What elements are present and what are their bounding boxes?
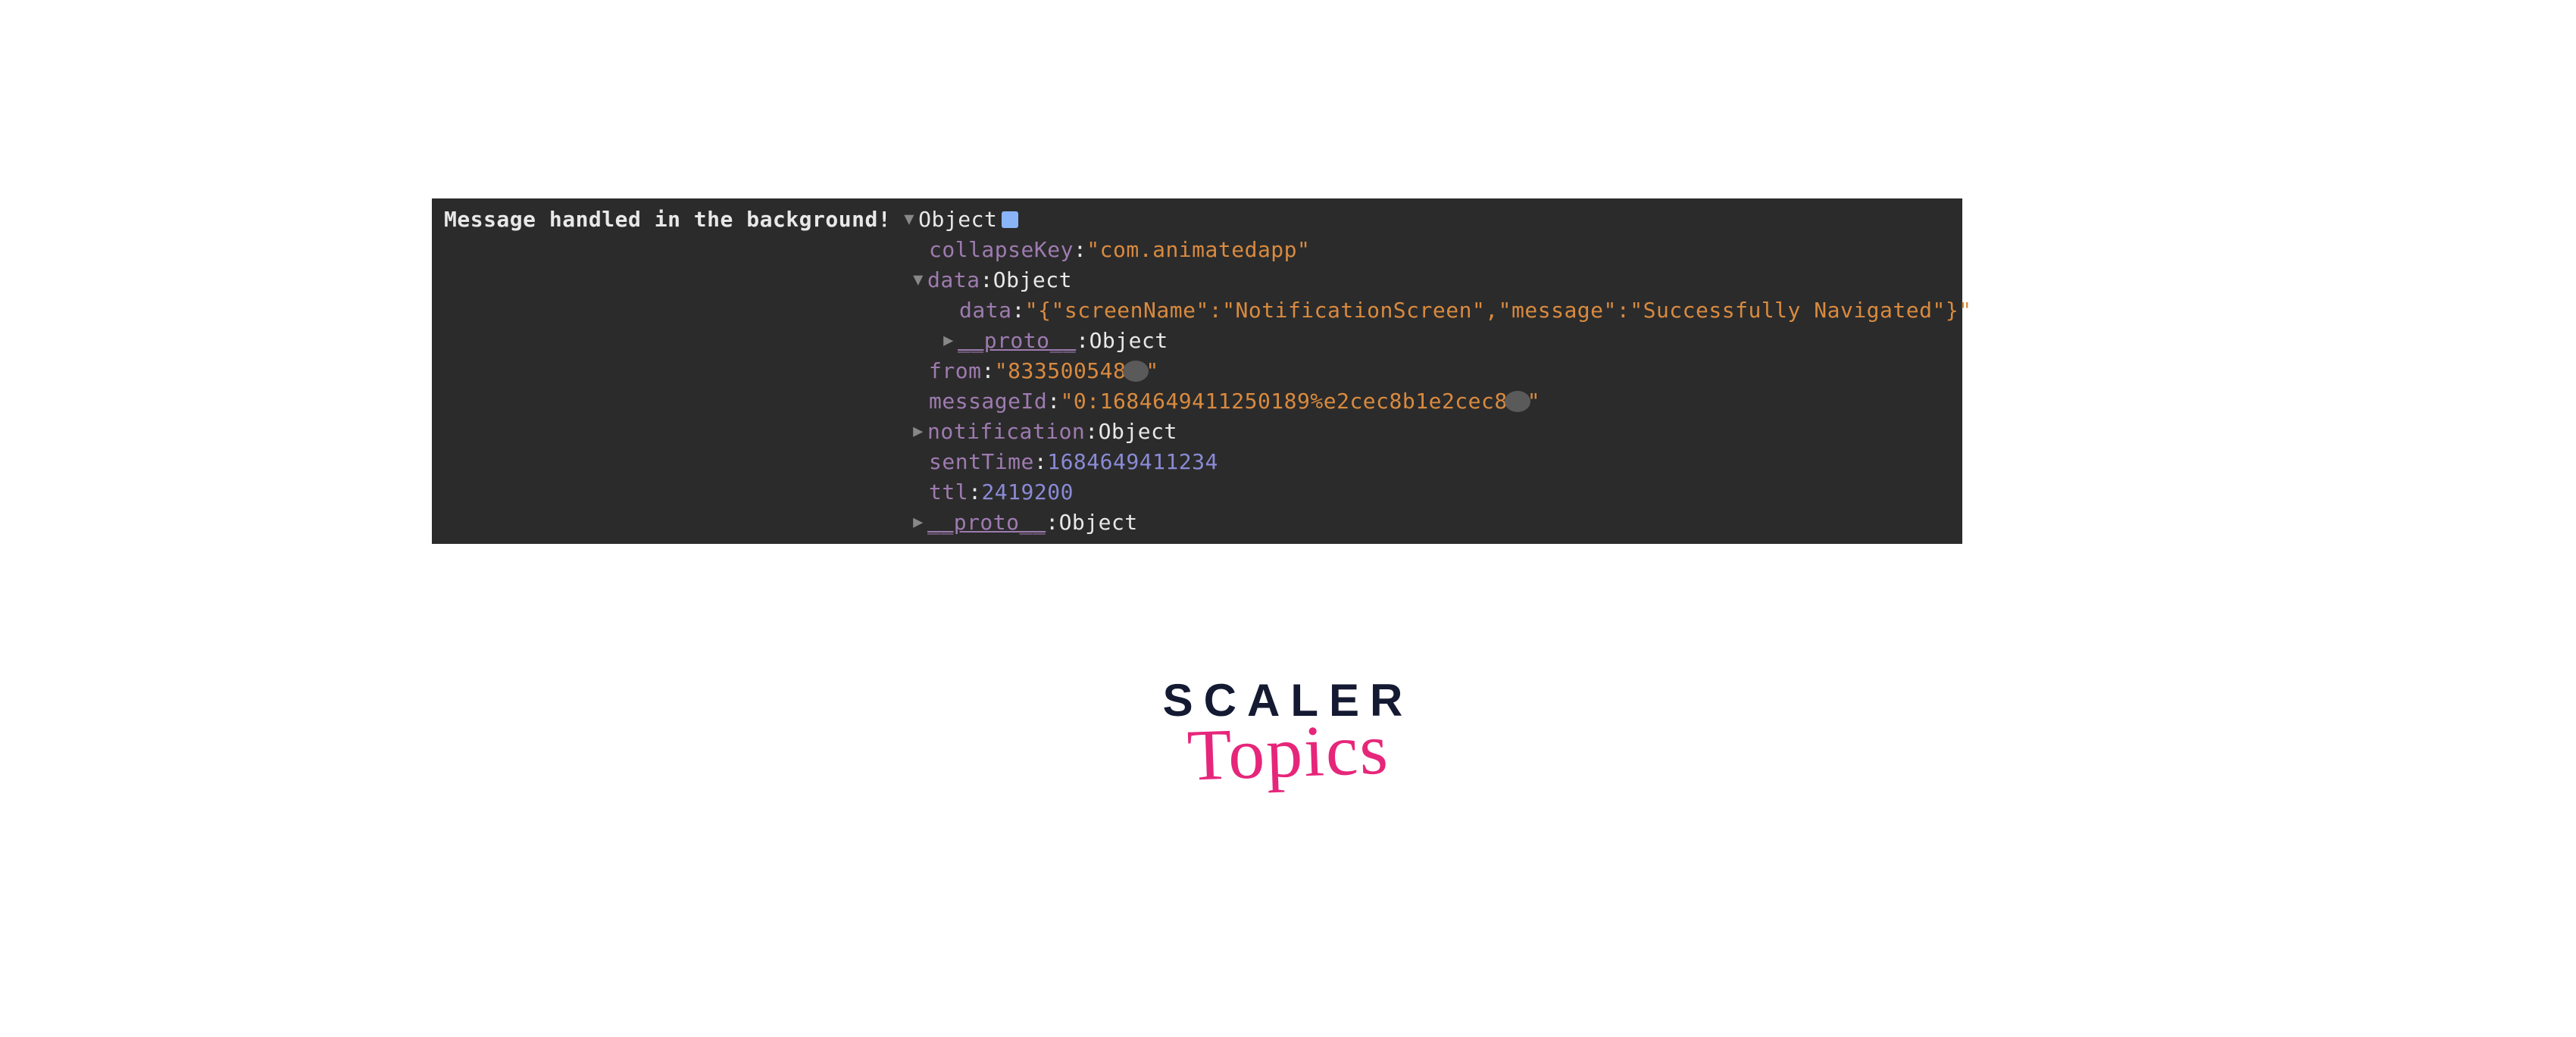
property-value: "{"screenName":"NotificationScreen","mes… (1025, 295, 1972, 326)
property-value-prefix: "833500548 (995, 356, 1127, 386)
object-property-row[interactable]: collapseKey: "com.animatedapp" (444, 235, 1950, 265)
object-property-row[interactable]: sentTime: 1684649411234 (444, 447, 1950, 477)
property-key: sentTime (929, 447, 1034, 477)
property-key: messageId (929, 386, 1047, 417)
property-value: Object (1059, 508, 1138, 538)
property-key: data (959, 295, 1011, 326)
property-key: from (929, 356, 981, 386)
expand-toggle-icon[interactable] (909, 417, 927, 447)
property-key: ttl (929, 477, 968, 508)
expand-toggle-icon[interactable] (909, 265, 927, 295)
redacted-icon (1505, 391, 1530, 412)
property-key: data (927, 265, 980, 295)
info-badge-icon[interactable] (1002, 211, 1018, 228)
property-key: notification (927, 417, 1085, 447)
property-value: Object (1089, 326, 1168, 356)
property-value: "com.animatedapp" (1086, 235, 1310, 265)
property-value-suffix: " (1527, 386, 1540, 417)
redacted-icon (1123, 361, 1149, 382)
expand-toggle-icon[interactable] (909, 508, 927, 538)
logo-text-sub: Topics (1186, 706, 1390, 797)
object-property-row[interactable]: notification: Object (444, 417, 1950, 447)
object-property-row[interactable]: from: "833500548" (444, 356, 1950, 386)
object-property-row[interactable]: __proto__: Object (444, 326, 1950, 356)
expand-toggle-icon[interactable] (900, 205, 918, 235)
property-value: 2419200 (981, 477, 1074, 508)
property-key: __proto__ (927, 508, 1046, 538)
object-property-row[interactable]: ttl: 2419200 (444, 477, 1950, 508)
property-value: 1684649411234 (1047, 447, 1218, 477)
console-log-line: Message handled in the background! Objec… (444, 205, 1950, 235)
devtools-console-output: Message handled in the background! Objec… (432, 198, 1962, 544)
log-message-text: Message handled in the background! (444, 205, 891, 235)
property-key: __proto__ (958, 326, 1076, 356)
object-type-label: Object (918, 205, 997, 235)
property-key: collapseKey (929, 235, 1074, 265)
object-property-row[interactable]: data: "{"screenName":"NotificationScreen… (444, 295, 1950, 326)
expand-toggle-icon[interactable] (939, 326, 958, 356)
property-value: Object (993, 265, 1072, 295)
object-property-row[interactable]: __proto__: Object (444, 508, 1950, 538)
property-value: Object (1099, 417, 1177, 447)
property-value-suffix: " (1146, 356, 1158, 386)
property-value-prefix: "0:1684649411250189%e2cec8b1e2cec8 (1061, 386, 1508, 417)
object-property-row[interactable]: data: Object (444, 265, 1950, 295)
object-property-row[interactable]: messageId: "0:1684649411250189%e2cec8b1e… (444, 386, 1950, 417)
scaler-topics-logo: SCALER Topics (0, 674, 2576, 794)
